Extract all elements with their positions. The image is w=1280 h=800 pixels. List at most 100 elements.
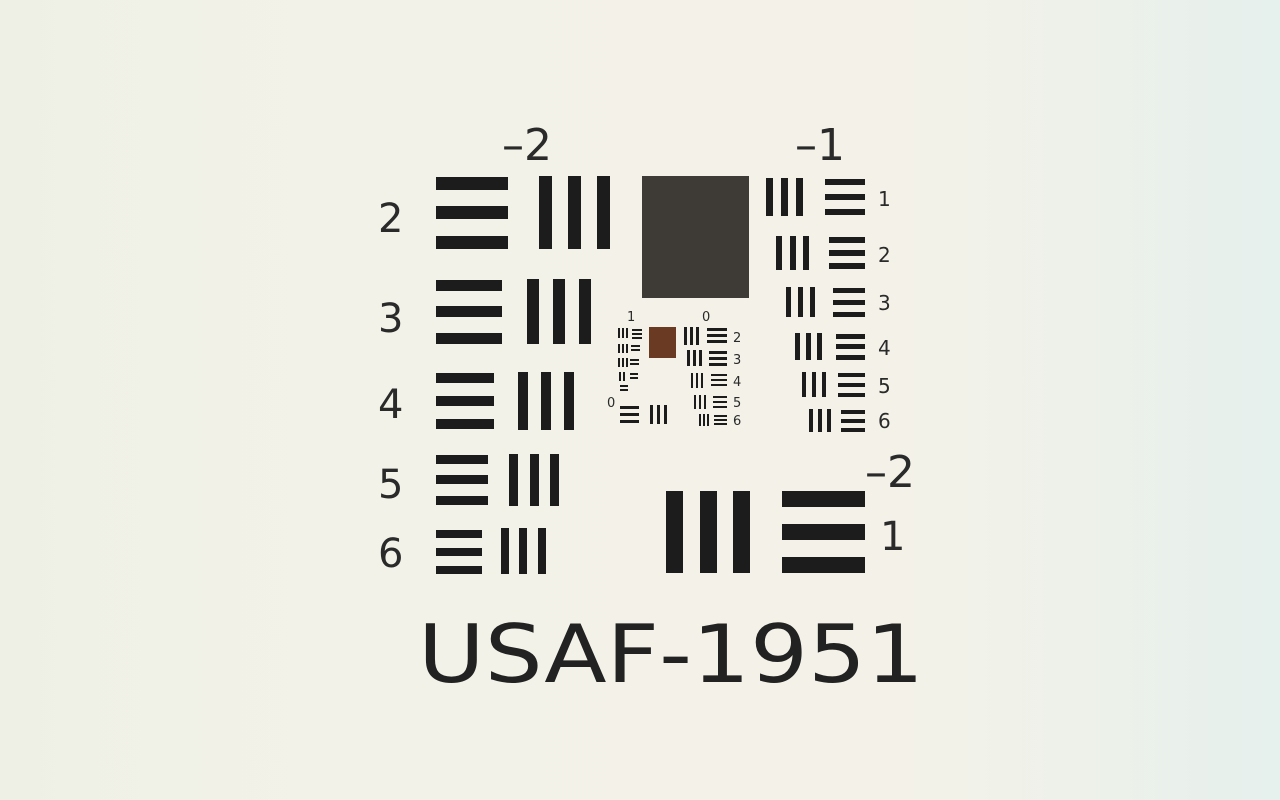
bar	[436, 530, 482, 538]
bar	[620, 413, 639, 416]
right-bars-element-5	[802, 372, 865, 397]
bar	[711, 379, 727, 381]
bar	[810, 287, 815, 317]
bar	[518, 372, 528, 430]
bar	[699, 395, 701, 409]
right-element-label: 6	[878, 409, 891, 433]
bar	[836, 355, 865, 360]
bar	[618, 358, 620, 367]
left-element-label: 2	[378, 196, 403, 242]
bar	[833, 312, 865, 317]
bar	[631, 345, 640, 347]
bar	[796, 178, 803, 216]
bar	[776, 236, 782, 270]
bar	[541, 372, 551, 430]
tiny-bars-right-cluster	[684, 327, 727, 426]
bar	[632, 329, 642, 331]
bar	[790, 236, 796, 270]
bar	[619, 372, 621, 381]
group-label-left: –2	[502, 120, 552, 171]
bar	[626, 328, 628, 338]
bottom-right-bars-vertical	[666, 491, 750, 573]
bar	[782, 491, 865, 507]
bar	[690, 327, 693, 345]
bar	[714, 423, 727, 425]
bar	[436, 333, 502, 344]
bar	[825, 194, 865, 200]
bar	[707, 334, 727, 337]
bar	[714, 419, 727, 421]
bar	[703, 414, 705, 426]
left-bars-element-5-vertical	[509, 454, 559, 506]
bar	[694, 395, 696, 409]
bar	[709, 357, 727, 360]
bar	[713, 396, 727, 398]
bar	[733, 491, 750, 573]
bar	[436, 177, 508, 190]
bar	[829, 237, 865, 243]
bar	[539, 176, 552, 249]
bar	[620, 385, 628, 387]
bar	[838, 383, 865, 387]
bar	[436, 280, 502, 291]
bar	[707, 414, 709, 426]
bar	[436, 496, 488, 505]
left-element-label: 6	[378, 531, 403, 577]
center-small-groups: 1 0 0 2 3 4 5 6	[607, 310, 741, 429]
bar	[538, 528, 546, 574]
left-bars-element-5-horizontal	[436, 455, 488, 505]
bar	[798, 287, 803, 317]
bar	[699, 350, 702, 366]
bar	[781, 178, 788, 216]
bar	[623, 372, 625, 381]
bar	[700, 491, 717, 573]
right-element-label: 5	[878, 374, 891, 398]
bar	[701, 373, 703, 388]
bar	[704, 395, 706, 409]
center-group-label: 0	[607, 396, 615, 411]
bar	[530, 454, 539, 506]
bar	[841, 419, 865, 423]
bar	[564, 372, 574, 430]
bar	[696, 373, 698, 388]
bar	[527, 279, 539, 344]
bar	[620, 420, 639, 423]
bar	[841, 410, 865, 414]
bar	[829, 263, 865, 269]
left-bars-element-3-horizontal	[436, 280, 502, 344]
group-label-top-right: –1	[795, 120, 845, 171]
center-element-label: 6	[733, 414, 741, 429]
bar	[693, 350, 696, 366]
bar	[707, 328, 727, 331]
bar	[666, 491, 683, 573]
bar	[795, 333, 800, 360]
bar	[550, 454, 559, 506]
left-element-label: 3	[378, 296, 403, 342]
left-element-label: 5	[378, 462, 403, 508]
bar	[825, 209, 865, 215]
bar	[825, 179, 865, 185]
bar	[818, 409, 822, 432]
center-group-label: 1	[627, 310, 635, 325]
right-element-label: 1	[878, 187, 891, 211]
bar	[622, 328, 624, 338]
bar	[833, 300, 865, 305]
left-bars-element-2-horizontal	[436, 177, 508, 249]
large-square	[642, 176, 749, 298]
bar	[713, 401, 727, 403]
right-bars-element-6	[809, 409, 865, 432]
bar	[519, 528, 527, 574]
bar	[509, 454, 518, 506]
bar	[436, 548, 482, 556]
left-bars-element-6-vertical	[501, 528, 546, 574]
bar	[822, 372, 826, 397]
bar	[709, 351, 727, 354]
bar	[436, 206, 508, 219]
bar	[812, 372, 816, 397]
small-square	[649, 327, 676, 358]
right-bars-element-2	[776, 236, 865, 270]
bar	[620, 389, 628, 391]
right-bars-element-1	[766, 178, 865, 216]
bar	[436, 373, 494, 383]
bottom-right-bars-horizontal	[782, 491, 865, 573]
